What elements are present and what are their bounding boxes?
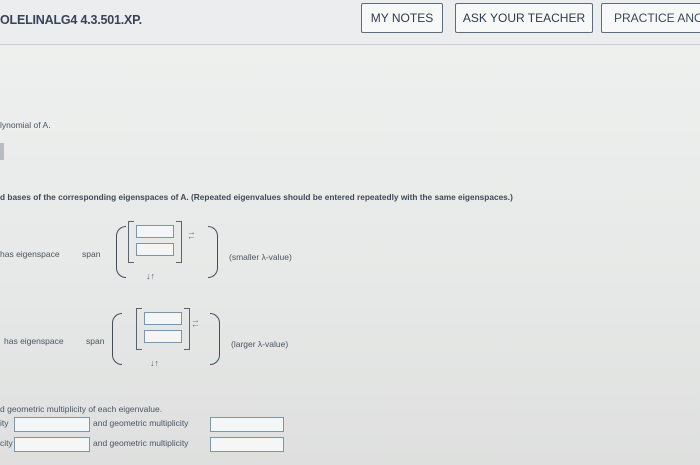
vector-1-entry-1[interactable] bbox=[136, 225, 174, 238]
top-bar: OLELINALG4 4.3.501.XP. MY NOTES ASK YOUR… bbox=[0, 0, 700, 45]
eigenspace-1-left-paren bbox=[116, 226, 126, 278]
vector-2-entry-1[interactable] bbox=[144, 312, 182, 325]
eigenspace-2-label: has eigenspace bbox=[4, 336, 64, 346]
eigenspace-2-hint: (larger λ-value) bbox=[231, 339, 289, 349]
polynomial-text: lynomial of A. bbox=[0, 120, 51, 130]
vector-1-side-arrows-icon[interactable]: ↑↓ bbox=[187, 231, 197, 240]
vector-2-resize-arrows-icon[interactable]: ↓↑ bbox=[150, 359, 159, 368]
eigenspace-1-right-paren bbox=[208, 226, 218, 278]
vector-1-entry-2[interactable] bbox=[136, 243, 174, 256]
mult-row-1-mid-label: and geometric multiplicity bbox=[93, 418, 189, 428]
vector-2-side-arrows-icon[interactable]: ↑↓ bbox=[191, 319, 201, 328]
question-content: lynomial of A. d bases of the correspond… bbox=[0, 45, 700, 465]
algebraic-multiplicity-2-input[interactable] bbox=[14, 437, 90, 452]
mult-row-1-left-label: ity bbox=[0, 418, 9, 428]
eigenspace-1-label: has eigenspace bbox=[0, 249, 60, 259]
vector-1-right-bracket bbox=[176, 221, 182, 263]
my-notes-button[interactable]: MY NOTES bbox=[361, 3, 443, 33]
geometric-multiplicity-2-input[interactable] bbox=[210, 437, 284, 452]
vector-2-left-bracket bbox=[136, 308, 142, 350]
vector-2-right-bracket bbox=[184, 308, 190, 350]
ask-teacher-button[interactable]: ASK YOUR TEACHER bbox=[455, 3, 593, 33]
left-edge-marker bbox=[0, 143, 4, 160]
eigenspace-2-left-paren bbox=[112, 313, 122, 365]
assignment-id: OLELINALG4 4.3.501.XP. bbox=[0, 13, 142, 27]
algebraic-multiplicity-1-input[interactable] bbox=[14, 417, 90, 432]
mult-row-2-mid-label: and geometric multiplicity bbox=[93, 438, 189, 448]
vector-1-left-bracket bbox=[128, 221, 134, 263]
eigenspace-2-right-paren bbox=[210, 313, 220, 365]
geometric-multiplicity-1-input[interactable] bbox=[210, 417, 284, 432]
multiplicity-instruction: d geometric multiplicity of each eigenva… bbox=[0, 404, 163, 414]
vector-2-entry-2[interactable] bbox=[144, 330, 182, 343]
eigenspace-1-hint: (smaller λ-value) bbox=[229, 252, 292, 262]
mult-row-2-left-label: city bbox=[0, 438, 13, 448]
bases-instruction: d bases of the corresponding eigenspaces… bbox=[0, 192, 513, 202]
eigenspace-2-span: span bbox=[86, 336, 105, 346]
vector-1-resize-arrows-icon[interactable]: ↓↑ bbox=[146, 272, 155, 281]
practice-button[interactable]: PRACTICE ANO bbox=[601, 3, 700, 33]
eigenspace-1-span: span bbox=[82, 249, 101, 259]
